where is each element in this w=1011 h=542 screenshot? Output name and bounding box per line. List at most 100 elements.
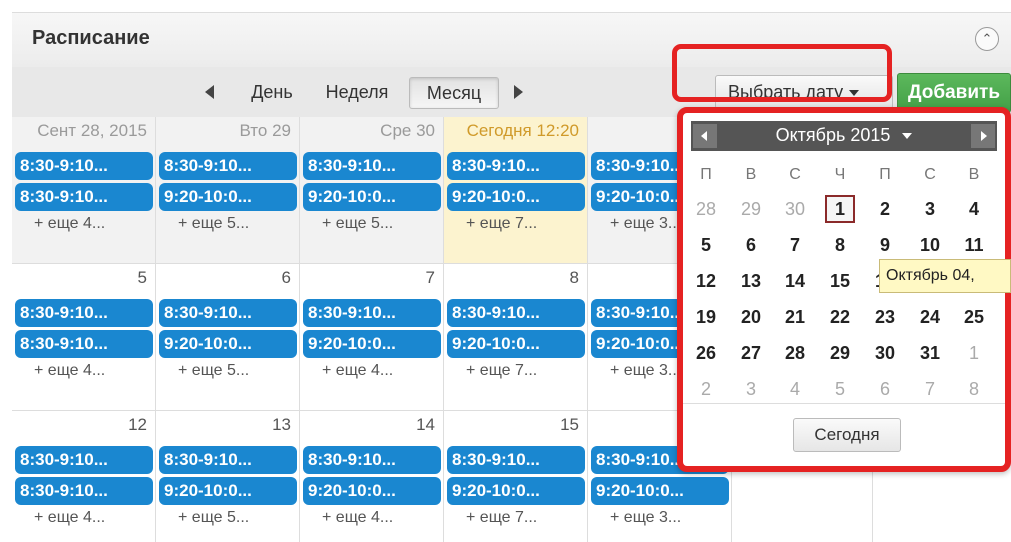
datepicker-day[interactable]: 12 <box>688 267 724 295</box>
datepicker-day[interactable]: 13 <box>733 267 769 295</box>
more-events-link[interactable]: + еще 3... <box>610 215 681 233</box>
datepicker-today-button[interactable]: Сегодня <box>793 418 901 452</box>
datepicker-title[interactable]: Октябрь 2015 <box>691 125 997 146</box>
datepicker-day[interactable]: 14 <box>777 267 813 295</box>
more-events-link[interactable]: + еще 5... <box>178 215 249 233</box>
event-chip[interactable]: 9:20-10:0... <box>303 477 441 505</box>
datepicker-day[interactable]: 26 <box>688 339 724 367</box>
datepicker-day[interactable]: 2 <box>867 195 903 223</box>
datepicker-day[interactable]: 5 <box>822 375 858 403</box>
more-events-link[interactable]: + еще 4... <box>322 509 393 527</box>
more-events-link[interactable]: + еще 5... <box>178 509 249 527</box>
event-chip[interactable]: 8:30-9:10... <box>447 299 585 327</box>
event-chip[interactable]: 8:30-9:10... <box>447 446 585 474</box>
day-cell[interactable]: 14 8:30-9:10... 9:20-10:0... + еще 4... <box>300 411 444 542</box>
day-cell[interactable]: 6 8:30-9:10... 9:20-10:0... + еще 5... <box>156 264 300 410</box>
day-cell[interactable]: 5 8:30-9:10... 8:30-9:10... + еще 4... <box>12 264 156 410</box>
datepicker-day[interactable]: 6 <box>733 231 769 259</box>
event-chip[interactable]: 8:30-9:10... <box>303 152 441 180</box>
more-events-link[interactable]: + еще 4... <box>34 215 105 233</box>
prev-period-icon[interactable] <box>205 85 214 99</box>
datepicker-day[interactable]: 31 <box>912 339 948 367</box>
day-cell[interactable]: Сегодня 12:20 8:30-9:10... 9:20-10:0... + е… <box>444 117 588 263</box>
datepicker-day[interactable]: 4 <box>956 195 992 223</box>
datepicker-day-selected[interactable]: 1 <box>825 195 855 223</box>
datepicker-day[interactable]: 29 <box>733 195 769 223</box>
event-chip[interactable]: 9:20-10:0... <box>447 477 585 505</box>
more-events-link[interactable]: + еще 7... <box>466 509 537 527</box>
day-cell[interactable]: 15 8:30-9:10... 9:20-10:0... + еще 7... <box>444 411 588 542</box>
view-day-button[interactable]: День <box>242 77 302 109</box>
datepicker-day[interactable]: 20 <box>733 303 769 331</box>
datepicker-day[interactable]: 4 <box>777 375 813 403</box>
more-events-link[interactable]: + еще 4... <box>34 362 105 380</box>
event-chip[interactable]: 9:20-10:0... <box>159 477 297 505</box>
datepicker-day[interactable]: 28 <box>777 339 813 367</box>
event-chip[interactable]: 8:30-9:10... <box>303 299 441 327</box>
datepicker-day[interactable]: 10 <box>912 231 948 259</box>
datepicker-day[interactable]: 24 <box>912 303 948 331</box>
more-events-link[interactable]: + еще 4... <box>34 509 105 527</box>
event-chip[interactable]: 9:20-10:0... <box>447 330 585 358</box>
datepicker-day[interactable]: 29 <box>822 339 858 367</box>
view-month-button[interactable]: Месяц <box>409 77 499 109</box>
datepicker-day[interactable]: 19 <box>688 303 724 331</box>
event-chip[interactable]: 9:20-10:0... <box>303 183 441 211</box>
event-chip[interactable]: 8:30-9:10... <box>15 299 153 327</box>
day-cell[interactable]: 12 8:30-9:10... 8:30-9:10... + еще 4... <box>12 411 156 542</box>
view-week-button[interactable]: Неделя <box>314 77 400 109</box>
datepicker-day[interactable]: 23 <box>867 303 903 331</box>
next-period-icon[interactable] <box>514 85 523 99</box>
more-events-link[interactable]: + еще 7... <box>466 215 537 233</box>
event-chip[interactable]: 8:30-9:10... <box>15 446 153 474</box>
datepicker-day[interactable]: 28 <box>688 195 724 223</box>
event-chip[interactable]: 9:20-10:0... <box>159 330 297 358</box>
more-events-link[interactable]: + еще 3... <box>610 509 681 527</box>
event-chip[interactable]: 9:20-10:0... <box>591 477 729 505</box>
event-chip[interactable]: 8:30-9:10... <box>159 299 297 327</box>
datepicker-day[interactable]: 15 <box>822 267 858 295</box>
datepicker-day[interactable]: 7 <box>912 375 948 403</box>
datepicker-day[interactable]: 2 <box>688 375 724 403</box>
event-chip[interactable]: 8:30-9:10... <box>15 183 153 211</box>
datepicker-day[interactable]: 9 <box>867 231 903 259</box>
datepicker-day[interactable]: 11 <box>956 231 992 259</box>
event-chip[interactable]: 9:20-10:0... <box>447 183 585 211</box>
datepicker-day[interactable]: 27 <box>733 339 769 367</box>
day-cell[interactable]: Сре 30 8:30-9:10... 9:20-10:0... + еще 5... <box>300 117 444 263</box>
datepicker-day[interactable]: 8 <box>956 375 992 403</box>
datepicker-day[interactable]: 7 <box>777 231 813 259</box>
event-chip[interactable]: 8:30-9:10... <box>159 152 297 180</box>
day-cell[interactable]: 8 8:30-9:10... 9:20-10:0... + еще 7... <box>444 264 588 410</box>
event-chip[interactable]: 8:30-9:10... <box>15 152 153 180</box>
more-events-link[interactable]: + еще 4... <box>322 362 393 380</box>
datepicker-day[interactable]: 21 <box>777 303 813 331</box>
day-cell[interactable]: 13 8:30-9:10... 9:20-10:0... + еще 5... <box>156 411 300 542</box>
event-chip[interactable]: 8:30-9:10... <box>303 446 441 474</box>
more-events-link[interactable]: + еще 7... <box>466 362 537 380</box>
datepicker-day[interactable]: 22 <box>822 303 858 331</box>
next-month-icon[interactable] <box>971 124 995 148</box>
more-events-link[interactable]: + еще 5... <box>178 362 249 380</box>
datepicker-day[interactable]: 3 <box>733 375 769 403</box>
event-chip[interactable]: 8:30-9:10... <box>447 152 585 180</box>
event-chip[interactable]: 8:30-9:10... <box>15 330 153 358</box>
datepicker-day[interactable]: 25 <box>956 303 992 331</box>
collapse-icon[interactable]: ⌃ <box>975 27 999 51</box>
day-cell[interactable]: Вто 29 8:30-9:10... 9:20-10:0... + еще 5... <box>156 117 300 263</box>
day-cell[interactable]: Сент 28, 2015 8:30-9:10... 8:30-9:10... + е… <box>12 117 156 263</box>
datepicker-day[interactable]: 6 <box>867 375 903 403</box>
event-chip[interactable]: 9:20-10:0... <box>159 183 297 211</box>
event-chip[interactable]: 9:20-10:0... <box>303 330 441 358</box>
more-events-link[interactable]: + еще 3... <box>610 362 681 380</box>
event-chip[interactable]: 8:30-9:10... <box>15 477 153 505</box>
datepicker-day[interactable]: 30 <box>867 339 903 367</box>
datepicker-day[interactable]: 5 <box>688 231 724 259</box>
prev-month-icon[interactable] <box>693 124 717 148</box>
datepicker-day[interactable]: 1 <box>956 339 992 367</box>
day-cell[interactable]: 7 8:30-9:10... 9:20-10:0... + еще 4... <box>300 264 444 410</box>
more-events-link[interactable]: + еще 5... <box>322 215 393 233</box>
event-chip[interactable]: 8:30-9:10... <box>159 446 297 474</box>
datepicker-day[interactable]: 30 <box>777 195 813 223</box>
datepicker-day[interactable]: 8 <box>822 231 858 259</box>
